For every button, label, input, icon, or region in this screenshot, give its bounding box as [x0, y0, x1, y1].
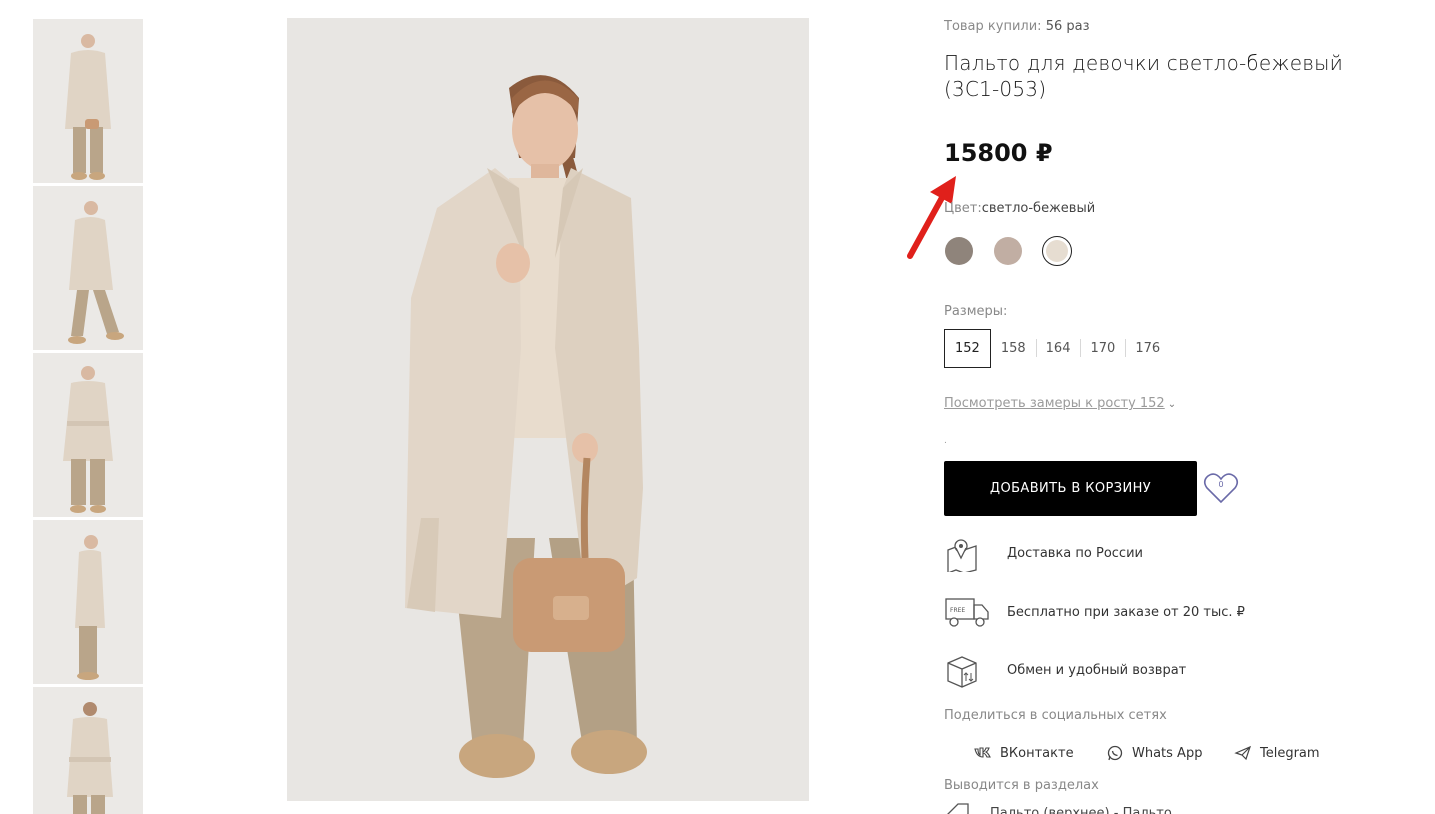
thumbnail-photo — [33, 353, 143, 517]
swatch-color — [1046, 240, 1068, 262]
size-selector: 152 158 164 170 176 — [944, 329, 1170, 368]
whatsapp-icon — [1107, 745, 1123, 761]
thumbnail-gallery — [33, 19, 143, 814]
feature-delivery-text: Доставка по России — [1007, 546, 1143, 561]
thumbnail-5[interactable] — [33, 687, 143, 814]
share-vk[interactable]: ВКонтакте — [974, 743, 1074, 763]
thumbnail-photo — [33, 687, 143, 814]
sections-label: Выводится в разделах — [944, 778, 1099, 793]
delivery-truck-icon: FREE — [944, 595, 989, 631]
feature-free-shipping: FREE Бесплатно при заказе от 20 тыс. ₽ — [944, 595, 1364, 631]
truck-badge: FREE — [950, 607, 965, 614]
swatch-beige[interactable] — [993, 236, 1023, 266]
tiny-dot: . — [944, 436, 947, 446]
product-title: Пальто для девочки светло-бежевый (3С1-0… — [944, 51, 1344, 101]
feature-returns: Обмен и удобный возврат — [944, 653, 1364, 689]
size-option[interactable]: 176 — [1125, 329, 1170, 368]
swatch-grey-brown[interactable] — [944, 236, 974, 266]
vk-icon — [974, 747, 991, 758]
measurements-link[interactable]: Посмотреть замеры к росту 152 ⌄ — [944, 396, 1176, 411]
sizes-label: Размеры: — [944, 304, 1008, 319]
main-product-photo[interactable] — [287, 18, 809, 801]
size-option[interactable]: 152 — [944, 329, 991, 368]
map-pin-icon — [944, 536, 980, 572]
product-price: 15800 ₽ — [944, 139, 1053, 167]
telegram-icon — [1234, 745, 1251, 761]
share-telegram-label: Telegram — [1260, 745, 1320, 761]
share-vk-label: ВКонтакте — [1000, 745, 1074, 761]
color-line: Цвет:светло-бежевый — [944, 201, 1095, 216]
feature-delivery: Доставка по России — [944, 536, 1364, 572]
share-telegram[interactable]: Telegram — [1234, 743, 1320, 763]
tag-icon — [947, 803, 969, 814]
sold-count: Товар купили: 56 раз — [944, 19, 1090, 34]
favorite-button[interactable]: 0 — [1203, 471, 1239, 505]
product-info: Товар купили: 56 раз Пальто для девочки … — [944, 0, 1394, 814]
share-whatsapp[interactable]: Whats App — [1106, 743, 1202, 763]
swatch-color — [945, 237, 973, 265]
chevron-down-icon: ⌄ — [1167, 399, 1177, 410]
swatch-light-beige[interactable] — [1042, 236, 1072, 266]
thumbnail-photo — [33, 520, 143, 684]
thumbnail-4[interactable] — [33, 520, 143, 684]
section-link[interactable]: Пальто (верхнее) - Пальто — [990, 806, 1172, 814]
color-label: Цвет: — [944, 201, 982, 216]
share-whatsapp-label: Whats App — [1132, 745, 1203, 761]
feature-returns-text: Обмен и удобный возврат — [1007, 663, 1187, 678]
size-option[interactable]: 158 — [991, 329, 1036, 368]
thumbnail-photo — [33, 19, 143, 183]
thumbnail-photo — [33, 186, 143, 350]
measurements-link-text: Посмотреть замеры к росту 152 — [944, 396, 1165, 411]
swatch-color — [994, 237, 1022, 265]
sold-value: 56 раз — [1045, 19, 1090, 34]
size-option[interactable]: 164 — [1035, 329, 1081, 368]
color-value: светло-бежевый — [981, 201, 1096, 216]
box-return-icon — [944, 653, 980, 689]
thumbnail-2[interactable] — [33, 186, 143, 350]
thumbnail-1[interactable] — [33, 19, 143, 183]
sold-label: Товар купили: — [944, 19, 1042, 34]
add-to-cart-button[interactable]: ДОБАВИТЬ В КОРЗИНУ — [944, 461, 1197, 516]
thumbnail-3[interactable] — [33, 353, 143, 517]
feature-free-shipping-text: Бесплатно при заказе от 20 тыс. ₽ — [1007, 605, 1245, 620]
product-image — [287, 18, 809, 801]
share-label: Поделиться в социальных сетях — [944, 708, 1167, 723]
favorite-count: 0 — [1218, 480, 1224, 489]
size-option[interactable]: 170 — [1080, 329, 1125, 368]
